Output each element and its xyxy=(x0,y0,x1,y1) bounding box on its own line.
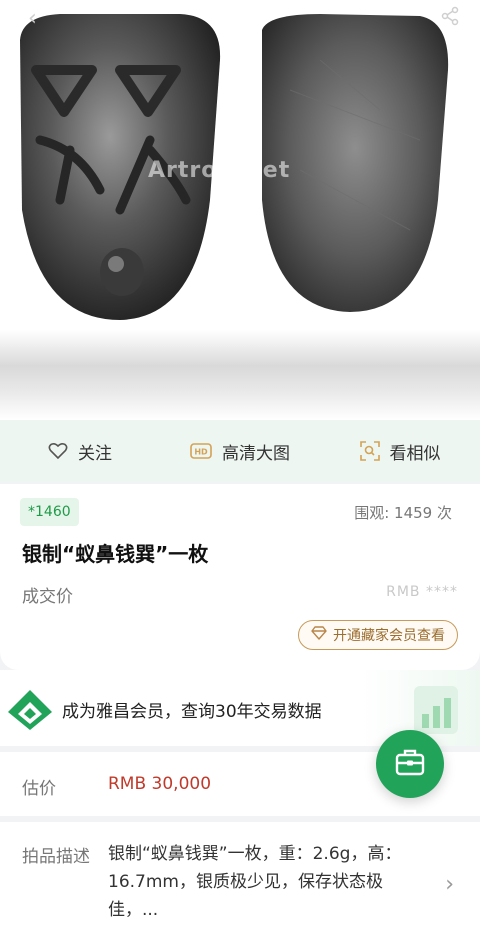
view-count: 围观: 1459 次 xyxy=(354,504,452,522)
artron-logo-icon xyxy=(4,684,56,736)
image-fade xyxy=(0,330,480,420)
diamond-icon xyxy=(311,626,327,644)
briefcase-button[interactable] xyxy=(376,730,444,798)
hd-icon: HD xyxy=(190,443,212,459)
similar-label: 看相似 xyxy=(389,443,441,464)
vip-button-label: 开通藏家会员查看 xyxy=(333,628,445,644)
banner-text: 成为雅昌会员，查询30年交易数据 xyxy=(62,702,322,722)
scan-search-icon xyxy=(359,441,380,461)
briefcase-icon xyxy=(395,748,425,780)
back-icon[interactable]: ‹ xyxy=(28,6,37,31)
action-bar: 关注 HD 高清大图 看相似 xyxy=(0,420,480,482)
follow-button[interactable]: 关注 xyxy=(0,439,160,464)
hd-label: 高清大图 xyxy=(222,443,290,464)
svg-text:HD: HD xyxy=(194,448,208,457)
lot-image[interactable]: Artron.Net ‹ xyxy=(0,0,480,420)
deal-price-label: 成交价 xyxy=(22,587,73,607)
heart-outline-icon xyxy=(48,442,68,460)
chevron-right-icon: › xyxy=(445,872,454,897)
lot-title: 银制“蚁鼻钱巽”一枚 xyxy=(22,542,209,566)
watermark: Artron.Net xyxy=(148,158,291,183)
vip-view-button[interactable]: 开通藏家会员查看 xyxy=(298,620,458,650)
description-label: 拍品描述 xyxy=(22,847,90,867)
estimate-value: RMB 30,000 xyxy=(108,774,212,794)
deal-price-hidden: RMB **** xyxy=(386,584,458,600)
follow-label: 关注 xyxy=(78,443,112,464)
lot-info-card: *1460 围观: 1459 次 银制“蚁鼻钱巽”一枚 成交价 RMB ****… xyxy=(0,484,480,670)
description-text: 银制“蚁鼻钱巽”一枚，重：2.6g，高：16.7mm，银质极少见，保存状态极佳，… xyxy=(108,844,402,920)
similar-button[interactable]: 看相似 xyxy=(320,439,480,464)
description-row[interactable]: 拍品描述 银制“蚁鼻钱巽”一枚，重：2.6g，高：16.7mm，银质极少见，保存… xyxy=(0,822,480,940)
lot-number-badge: *1460 xyxy=(20,498,79,526)
estimate-label: 估价 xyxy=(22,779,56,799)
share-icon[interactable] xyxy=(440,6,460,31)
hd-image-button[interactable]: HD 高清大图 xyxy=(160,439,320,464)
